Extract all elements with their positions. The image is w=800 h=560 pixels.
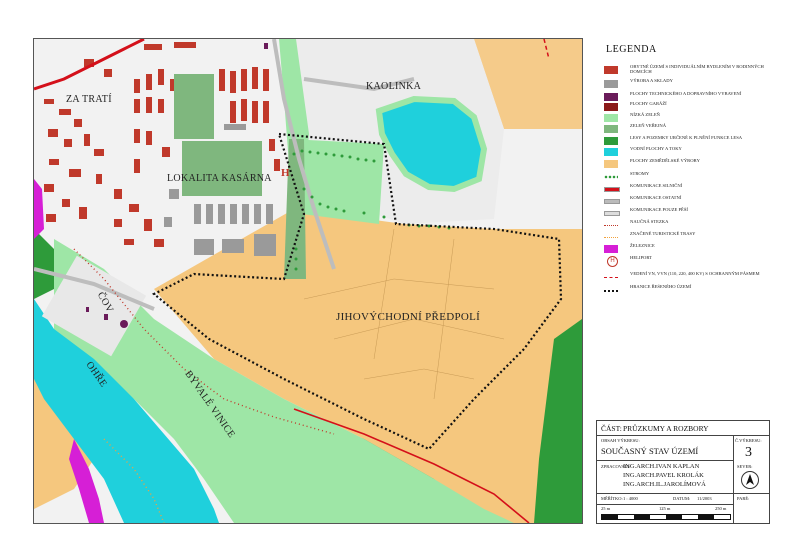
legend-label: Plochy technického a dopravního vybavení xyxy=(630,91,742,96)
author-1: ING.ARCH.IVAN KAPLAN xyxy=(623,463,700,470)
north-arrow-icon xyxy=(741,471,759,489)
map-sheet: H ZA TRATÍ KAOLINKA LOKALITA KASÁRNA ČOV… xyxy=(0,0,800,560)
heliport-icon: H xyxy=(607,256,618,267)
author-3: ING.ARCH.IL.JAROLÍMOVÁ xyxy=(623,481,706,488)
legend-label: Stromy xyxy=(630,171,650,176)
title-block: ČÁST: PRŮZKUMY A ROZBORY OBSAH VÝKRESU: … xyxy=(596,420,770,524)
legend-swatch xyxy=(604,225,618,226)
label-za-trati: ZA TRATÍ xyxy=(66,94,112,105)
legend-label: Zeleň veřejná xyxy=(630,123,667,128)
scale-bar xyxy=(601,514,731,520)
legend-swatch xyxy=(604,237,618,238)
legend-swatch xyxy=(604,80,618,88)
label-lokalita-kasarna: LOKALITA KASÁRNA xyxy=(167,173,272,184)
legend-item: Vedení VN, VVN (110, 220, 400 kV) s ochr… xyxy=(604,271,768,285)
title-divider xyxy=(733,435,734,523)
legend-swatch xyxy=(604,199,620,204)
datum-label: DATUM: xyxy=(673,496,691,501)
cislo-value: 3 xyxy=(745,445,752,460)
obsah-label: OBSAH VÝKRESU: xyxy=(601,438,640,443)
public-green-pitch-south xyxy=(182,141,262,196)
legend-label: Obytné území s individuálním bydlením v … xyxy=(630,64,764,74)
title-divider xyxy=(597,493,769,494)
legend-label: Komunikace silniční xyxy=(630,183,683,188)
legend-label: Železnice xyxy=(630,243,655,248)
legend-swatch xyxy=(604,187,620,192)
meritko-value: 1 : 4000 xyxy=(623,496,638,501)
legend-label: Hranice řešeného území xyxy=(630,284,692,289)
legend-item: Obytné území s individuálním bydlením v … xyxy=(604,64,768,78)
legend-item: H Heliport xyxy=(604,255,768,269)
legend-label: Vedení VN, VVN (110, 220, 400 kV) s ochr… xyxy=(630,271,760,276)
map-canvas[interactable]: H ZA TRATÍ KAOLINKA LOKALITA KASÁRNA ČOV… xyxy=(33,38,583,524)
legend-item: Plochy zemědělské výroby xyxy=(604,158,768,172)
legend-label: Značené turistické trasy xyxy=(630,231,696,236)
meritko-label: MĚŘÍTKO: xyxy=(601,496,623,501)
scale-tick-1: 25 m xyxy=(601,506,611,511)
legend-swatch xyxy=(604,211,620,216)
cast-value: PRŮZKUMY A ROZBORY xyxy=(623,424,709,433)
title-divider xyxy=(597,435,769,436)
legend-label: Komunikace pouze pěší xyxy=(630,207,688,212)
legend-swatch xyxy=(604,290,618,292)
legend: LEGENDA Obytné území s individuálním byd… xyxy=(596,38,768,418)
legend-swatch xyxy=(604,245,618,253)
label-jihovychodni-predpoli: JIHOVÝCHODNÍ PŘEDPOLÍ xyxy=(336,311,481,323)
legend-swatch xyxy=(604,148,618,156)
cast-label: ČÁST: xyxy=(601,424,622,433)
legend-label: Plochy zemědělské výroby xyxy=(630,158,700,163)
legend-label: Nízká zeleň xyxy=(630,112,660,117)
heliport-glyph: H xyxy=(610,258,615,264)
legend-swatch xyxy=(604,125,618,133)
label-kaolinka: KAOLINKA xyxy=(366,81,422,92)
scale-tick-2: 125 m xyxy=(659,506,671,511)
legend-swatch xyxy=(604,277,618,278)
legend-label: Naučná stezka xyxy=(630,219,669,224)
legend-swatch xyxy=(604,114,618,122)
legend-label: Heliport xyxy=(630,255,652,260)
legend-swatch xyxy=(604,160,618,168)
scale-tick-3: 250 m xyxy=(715,506,727,511)
legend-swatch xyxy=(604,93,618,101)
cislo-label: Č.VÝKRESU: xyxy=(735,438,762,443)
legend-label: Vodní plochy a toky xyxy=(630,146,682,151)
legend-title: LEGENDA xyxy=(606,44,657,55)
map-drawing xyxy=(34,39,582,523)
legend-swatch xyxy=(604,173,618,181)
legend-swatch xyxy=(604,103,618,111)
legend-label: Lesy a pozemky určené k plnění funkce le… xyxy=(630,135,743,140)
obsah-value: SOUČASNÝ STAV ÚZEMÍ xyxy=(601,446,699,456)
pare-label: PARÉ: xyxy=(737,496,750,501)
heliport-marker: H xyxy=(281,167,290,179)
legend-item: Hranice řešeného území xyxy=(604,284,768,298)
title-divider xyxy=(597,504,733,505)
datum-value: 11/2003 xyxy=(697,496,712,501)
legend-swatch xyxy=(604,66,618,74)
legend-swatch xyxy=(604,137,618,145)
sever-label: SEVER: xyxy=(737,464,753,469)
legend-label: Komunikace ostatní xyxy=(630,195,682,200)
legend-item: Výroba a sklady xyxy=(604,78,768,92)
public-green-pitch-north xyxy=(174,74,214,139)
title-divider xyxy=(597,460,733,461)
legend-label: Výroba a sklady xyxy=(630,78,673,83)
legend-label: Plochy garáží xyxy=(630,101,667,106)
author-2: ING.ARCH.PAVEL KROLÁK xyxy=(623,472,704,479)
